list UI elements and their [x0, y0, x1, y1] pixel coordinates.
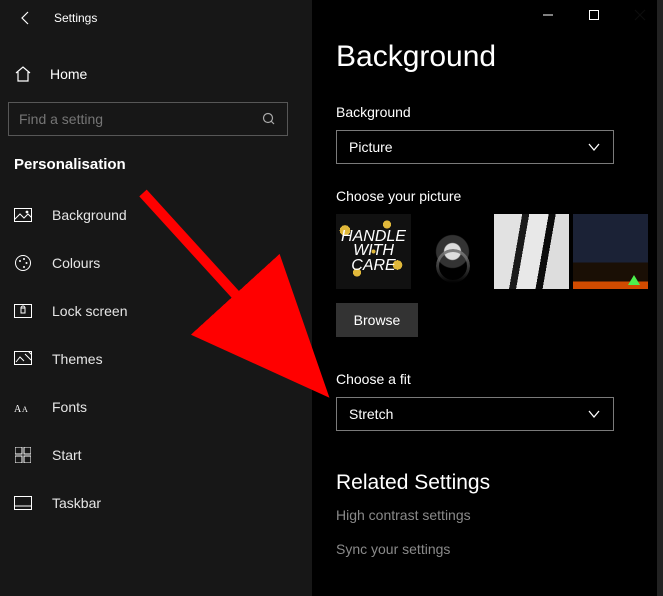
browse-button[interactable]: Browse — [336, 303, 418, 337]
sidebar-item-label: Taskbar — [52, 495, 101, 511]
picture-thumb-3[interactable] — [494, 214, 569, 289]
picture-thumb-4[interactable] — [573, 214, 648, 289]
palette-icon — [14, 254, 32, 272]
maximize-button[interactable] — [571, 0, 617, 30]
choose-picture-label: Choose your picture — [336, 188, 663, 204]
background-dropdown[interactable]: Picture — [336, 130, 614, 164]
back-button[interactable] — [12, 4, 40, 32]
page-heading: Background — [336, 40, 663, 74]
svg-text:A: A — [14, 404, 22, 414]
search-input[interactable] — [19, 111, 249, 127]
sidebar-item-colours[interactable]: Colours — [0, 239, 312, 287]
sidebar-item-lockscreen[interactable]: Lock screen — [0, 287, 312, 335]
picture-icon — [14, 208, 32, 222]
home-label: Home — [50, 66, 87, 82]
search-icon — [261, 111, 277, 127]
taskbar-icon — [14, 496, 32, 510]
choose-fit-label: Choose a fit — [336, 371, 663, 387]
lockscreen-icon — [14, 304, 32, 318]
related-link-contrast[interactable]: High contrast settings — [336, 507, 663, 523]
sidebar-item-taskbar[interactable]: Taskbar — [0, 479, 312, 527]
themes-icon — [14, 351, 32, 367]
minimize-button[interactable] — [525, 0, 571, 30]
sidebar-item-background[interactable]: Background — [0, 191, 312, 239]
related-settings-heading: Related Settings — [336, 471, 663, 495]
fit-dropdown[interactable]: Stretch — [336, 397, 614, 431]
dropdown-value: Stretch — [349, 406, 393, 422]
sidebar-item-label: Lock screen — [52, 303, 127, 319]
picture-thumbnails: HANDLE WITH CARE — [336, 214, 663, 289]
sidebar-item-label: Background — [52, 207, 127, 223]
close-button[interactable] — [617, 0, 663, 30]
svg-text:A: A — [22, 405, 28, 414]
home-icon — [14, 65, 32, 83]
sidebar-item-label: Colours — [52, 255, 100, 271]
chevron-down-icon — [587, 140, 601, 154]
home-nav[interactable]: Home — [0, 54, 312, 94]
sidebar-item-label: Start — [52, 447, 82, 463]
sidebar-item-fonts[interactable]: AA Fonts — [0, 383, 312, 431]
sidebar-item-label: Fonts — [52, 399, 87, 415]
related-link-sync[interactable]: Sync your settings — [336, 541, 663, 557]
chevron-down-icon — [587, 407, 601, 421]
background-label: Background — [336, 104, 663, 120]
window-title: Settings — [54, 11, 97, 25]
dropdown-value: Picture — [349, 139, 393, 155]
fonts-icon: AA — [14, 400, 32, 414]
start-icon — [14, 447, 32, 463]
search-box[interactable] — [8, 102, 288, 136]
sidebar-item-start[interactable]: Start — [0, 431, 312, 479]
picture-thumb-2[interactable] — [415, 214, 490, 289]
section-title: Personalisation — [0, 136, 312, 175]
sidebar-item-label: Themes — [52, 351, 103, 367]
sidebar-item-themes[interactable]: Themes — [0, 335, 312, 383]
picture-thumb-1[interactable]: HANDLE WITH CARE — [336, 214, 411, 289]
